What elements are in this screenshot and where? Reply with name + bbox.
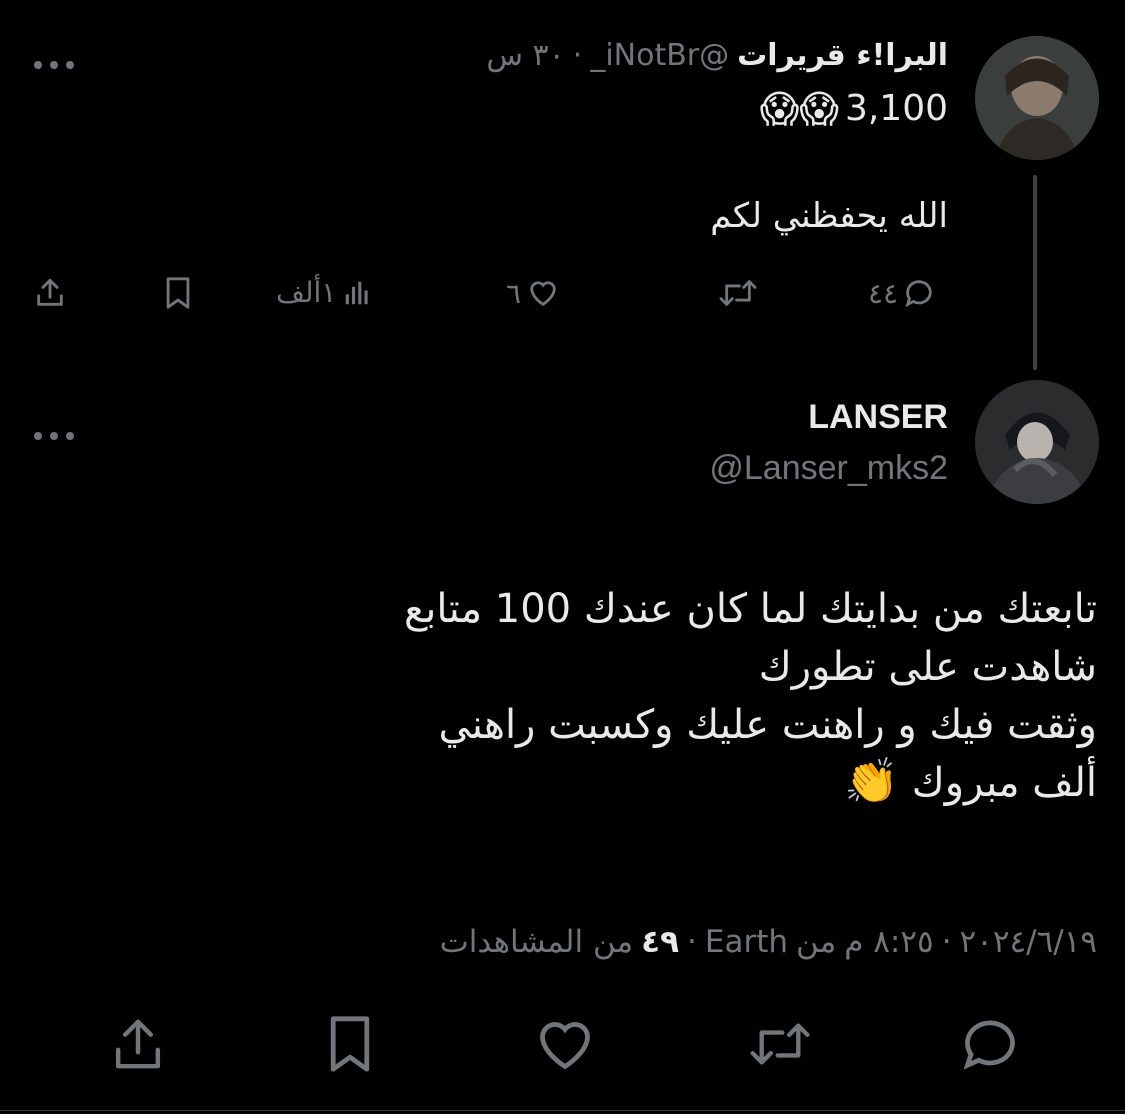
more-dots-icon[interactable] <box>32 40 76 80</box>
like-action[interactable]: ٦ <box>506 276 561 310</box>
bookmark-action[interactable] <box>163 276 193 310</box>
tweet-line-1: تابعتك من بدايتك لما كان عندك 100 متابع <box>403 586 1097 632</box>
display-name[interactable]: LANSER <box>808 398 948 437</box>
tweet-time[interactable]: ٣٠ س <box>486 38 564 73</box>
avatar-lanser[interactable] <box>975 380 1099 504</box>
more-dots-icon[interactable] <box>32 411 76 451</box>
tweet-meta: ٢٠٢٤/٦/١٩ · ٨:٢٥ م من Earth · ٤٩ من المش… <box>440 924 1097 960</box>
retweet-button[interactable] <box>748 1016 812 1072</box>
quoted-tweet-text: الله يحفظني لكم <box>710 196 948 236</box>
avatar-inotbr[interactable] <box>975 36 1099 160</box>
tweet-time[interactable]: ٨:٢٥ م <box>844 924 933 960</box>
tweet-line-3: وثقت فيك و راهنت عليك وكسبت راهني <box>438 702 1097 748</box>
source-prefix: من <box>796 924 837 960</box>
share-upload-icon <box>33 275 67 311</box>
tweet-line-4-text: ألف مبروك <box>911 760 1097 806</box>
bottom-divider <box>0 1110 1125 1111</box>
bookmark-button[interactable] <box>326 1014 374 1074</box>
views-count[interactable]: ٤٩ <box>641 924 679 960</box>
scream-emoji: 😱😱 <box>759 86 839 131</box>
reply-bubble-icon <box>902 276 936 310</box>
retweet-icon <box>748 1016 812 1072</box>
views-bars-icon <box>342 278 372 308</box>
views-action[interactable]: ١ألف <box>276 276 372 309</box>
separator-dot: · <box>572 38 583 73</box>
separator-dot: · <box>687 924 697 960</box>
tweet-date[interactable]: ٢٠٢٤/٦/١٩ <box>960 924 1097 960</box>
tweet-line-4: ألف مبروك 👏 <box>404 754 1097 812</box>
handle[interactable]: @iNotBr_ <box>590 38 729 73</box>
reply-count: ٤٤ <box>868 276 899 310</box>
heart-icon <box>535 1016 595 1072</box>
quoted-tweet-header: البرا!ء قريرات @iNotBr_ · ٣٠ س <box>486 38 948 73</box>
retweet-icon <box>718 276 758 310</box>
quoted-tweet-line1: 😱😱 3,100 <box>760 88 948 129</box>
clapping-hands-emoji: 👏 <box>844 756 899 807</box>
tweet-source: Earth <box>704 924 789 960</box>
reply-action[interactable]: ٤٤ <box>868 276 936 310</box>
thread-line <box>1033 175 1037 370</box>
bookmark-icon <box>326 1014 374 1074</box>
views-count: ١ألف <box>276 276 337 309</box>
separator-dot: · <box>941 924 952 960</box>
like-count: ٦ <box>506 276 522 310</box>
follower-count-text: 3,100 <box>844 88 948 129</box>
handle[interactable]: @Lanser_mks2 <box>709 449 948 488</box>
share-upload-icon <box>110 1014 166 1074</box>
tweet-line-2: شاهدت على تطورك <box>758 644 1097 690</box>
heart-icon <box>525 276 561 310</box>
share-action[interactable] <box>33 275 67 311</box>
like-button[interactable] <box>535 1016 595 1072</box>
bookmark-icon <box>163 276 193 310</box>
retweet-action[interactable] <box>718 276 758 310</box>
reply-bubble-icon <box>960 1016 1020 1072</box>
share-button[interactable] <box>110 1014 166 1074</box>
display-name[interactable]: البرا!ء قريرات <box>737 38 948 73</box>
main-tweet-body: تابعتك من بدايتك لما كان عندك 100 متابع … <box>404 580 1097 812</box>
views-label[interactable]: من المشاهدات <box>440 924 634 960</box>
reply-button[interactable] <box>960 1016 1020 1072</box>
